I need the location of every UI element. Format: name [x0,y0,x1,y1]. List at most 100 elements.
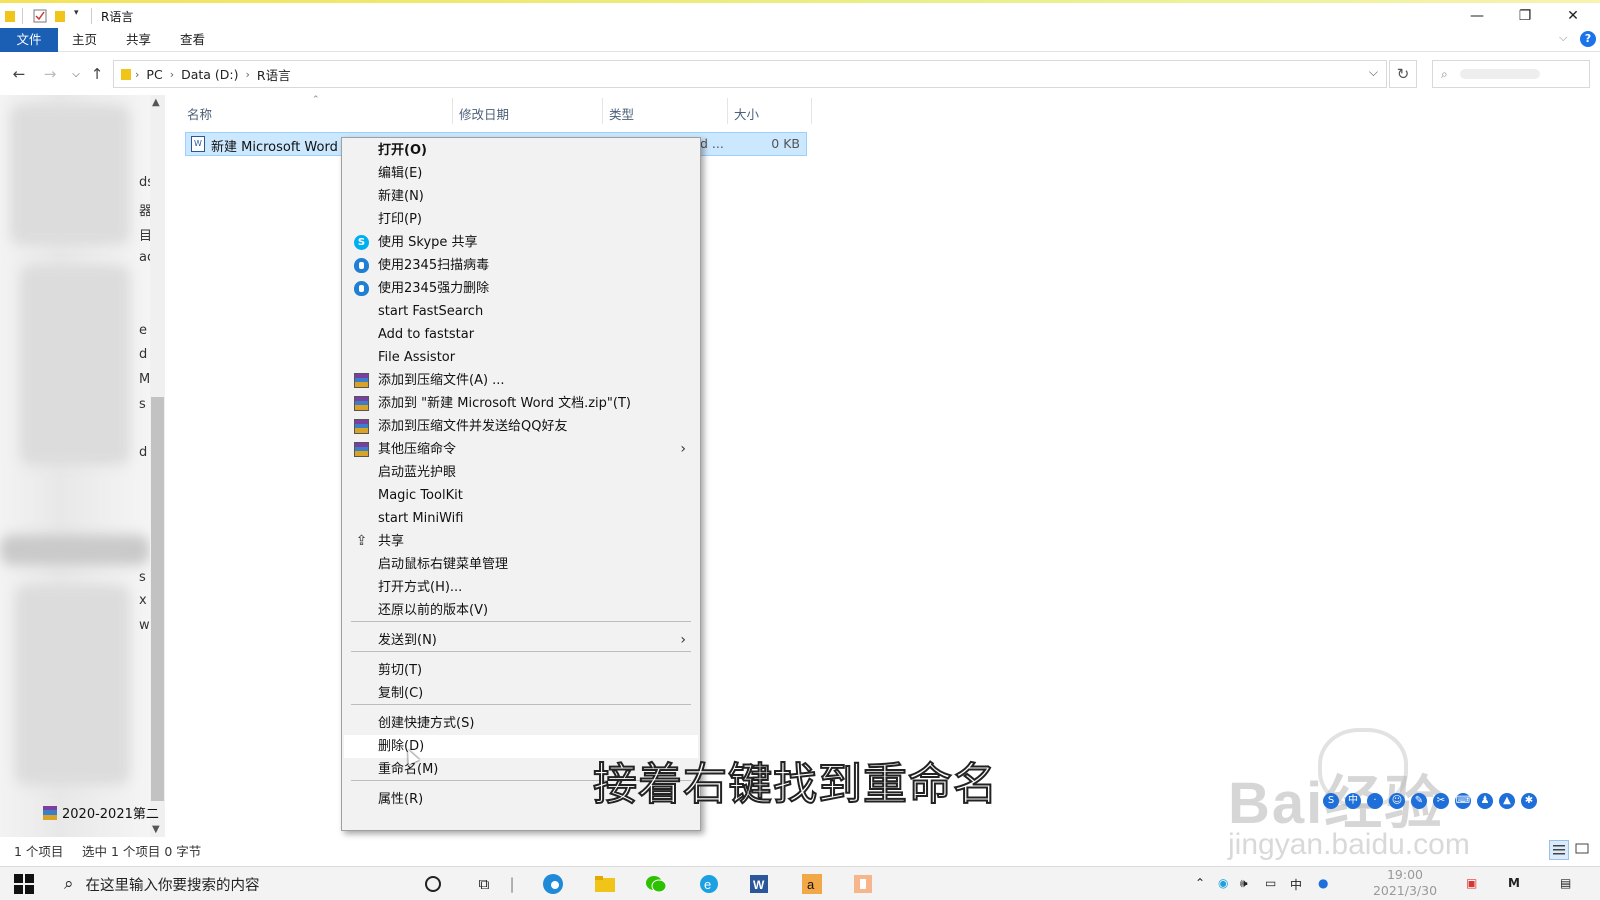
back-arrow-icon[interactable]: ← [9,64,29,84]
edge-icon[interactable] [541,872,565,896]
menu-item[interactable]: S 使用 Skype 共享 [344,231,698,254]
column-header-modified[interactable]: 修改日期 [459,104,509,123]
menu-item[interactable]: 其他压缩命令 › [344,438,698,461]
volume-icon[interactable]: 🕪 [1240,876,1248,891]
restore-button[interactable]: ❐ [1502,3,1548,29]
ime-indicator-icon[interactable]: 中 [1290,876,1302,893]
nav-item-fragment[interactable]: ds [139,175,150,190]
wechat-icon[interactable] [644,872,668,896]
nav-item-fragment[interactable]: s [139,570,146,585]
file-name[interactable]: 新建 Microsoft Word 文 [211,136,355,155]
gmail-icon[interactable]: M [1508,876,1520,890]
tab-file[interactable]: 文件 [0,28,58,52]
scroll-up-icon[interactable]: ▲ [152,97,160,108]
help-icon[interactable]: ? [1580,31,1596,47]
ime-logo-icon[interactable]: S [1323,793,1339,809]
tab-view[interactable]: 查看 [166,28,219,52]
menu-item[interactable]: 剪切(T) [344,659,698,682]
menu-item[interactable]: 新建(N) [344,185,698,208]
ime-settings-icon[interactable]: ✱ [1521,793,1537,809]
ime-skin-icon[interactable]: ▲ [1499,793,1515,809]
up-arrow-icon[interactable]: ↑ [87,64,107,84]
nav-item-fragment[interactable]: 目 [139,225,150,244]
windows-start-icon[interactable] [14,874,34,894]
menu-item[interactable]: 编辑(E) [344,162,698,185]
ime-emoji-icon[interactable]: ☺ [1389,793,1405,809]
column-header-size[interactable]: 大小 [734,104,759,123]
column-divider[interactable] [811,98,812,124]
menu-item[interactable]: 启动鼠标右键菜单管理 [344,553,698,576]
tray-ie-icon[interactable]: ◉ [1218,876,1228,890]
nav-item-fragment[interactable]: w [139,618,150,633]
address-dropdown-icon[interactable]: ⌵ [1369,65,1378,80]
taskbar-search-input[interactable]: ⌕ 在这里输入你要搜索的内容 [50,867,406,900]
column-header-name[interactable]: 名称 [187,104,212,123]
minimize-button[interactable]: — [1454,3,1500,29]
nav-item-fragment[interactable]: Ma [139,372,150,387]
nav-item-fragment[interactable]: d [139,347,147,362]
menu-item[interactable]: 创建快捷方式(S) [344,712,698,735]
recent-locations-icon[interactable]: ⌵ [66,64,86,84]
scroll-down-icon[interactable]: ▼ [152,824,160,835]
menu-item[interactable]: File Assistor [344,346,698,369]
battery-icon[interactable]: ▭ [1265,876,1276,890]
navigation-pane[interactable]: ds 器 目 ac e d Ma s d s x w [0,95,150,837]
menu-item[interactable]: 打开方式(H)... [344,576,698,599]
menu-item[interactable]: Magic ToolKit [344,484,698,507]
file-explorer-icon[interactable] [593,872,617,896]
ime-keyboard-icon[interactable]: ⌨ [1455,793,1471,809]
amazon-icon[interactable]: a [800,872,824,896]
forward-arrow-icon[interactable]: → [40,64,60,84]
menu-item[interactable]: ⇪ 共享 [344,530,698,553]
context-menu[interactable]: 打开(O) 编辑(E) 新建(N) 打印(P) S 使用 Skype 共享 使用2345扫描… [341,137,701,831]
nav-item-fragment[interactable]: ac [139,250,150,265]
nav-scrollbar[interactable]: ▲ ▼ [150,95,165,837]
menu-item[interactable]: 打开(O) [344,139,698,162]
column-divider[interactable] [727,98,728,124]
nav-item-fragment[interactable]: e [139,323,147,338]
ime-user-icon[interactable]: ♟ [1477,793,1493,809]
menu-item[interactable]: 使用2345强力删除 [344,277,698,300]
cortana-icon[interactable] [421,872,445,896]
menu-item[interactable]: 添加到 "新建 Microsoft Word 文档.zip"(T) [344,392,698,415]
menu-item[interactable]: 添加到压缩文件(A) ... [344,369,698,392]
chevron-right-icon[interactable]: › [246,68,250,81]
refresh-icon[interactable]: ↻ [1389,60,1417,88]
menu-item[interactable]: 复制(C) [344,682,698,705]
tray-expand-icon[interactable]: ⌃ [1195,876,1205,890]
nav-item-folder[interactable]: 2020-2021第二 [42,803,159,822]
menu-item[interactable]: 打印(P) [344,208,698,231]
nav-item-fragment[interactable]: d [139,445,147,460]
details-view-icon[interactable] [1549,840,1569,860]
tab-home[interactable]: 主页 [58,28,111,52]
ie-icon[interactable]: e [697,872,721,896]
menu-item[interactable]: 还原以前的版本(V) [344,599,698,622]
sogou-icon[interactable]: ● [1318,876,1328,890]
chevron-right-icon[interactable]: › [135,68,139,81]
menu-item[interactable]: 启动蓝光护眼 [344,461,698,484]
ime-pen-icon[interactable]: ✎ [1411,793,1427,809]
menu-item[interactable]: Add to faststar [344,323,698,346]
nav-item-fragment[interactable]: 器 [139,200,150,219]
menu-item[interactable]: 添加到压缩文件并发送给QQ好友 [344,415,698,438]
chevron-right-icon[interactable]: › [170,68,174,81]
nav-item-fragment[interactable]: s [139,397,146,412]
search-input[interactable]: ⌕ [1432,60,1590,88]
new-folder-icon[interactable] [54,9,66,23]
menu-item[interactable]: start FastSearch [344,300,698,323]
ribbon-expand-icon[interactable]: ⌵ [1559,31,1567,45]
column-divider[interactable] [452,98,453,124]
ime-chinese-mode-icon[interactable]: 中 [1345,793,1361,809]
app-icon[interactable] [851,872,875,896]
breadcrumb-pc[interactable]: PC [146,67,162,82]
address-bar[interactable]: › PC › Data (D:) › R语言 ⌵ [113,60,1387,88]
menu-item[interactable]: start MiniWifi [344,507,698,530]
tab-share[interactable]: 共享 [112,28,165,52]
ime-tools-icon[interactable]: ✂ [1433,793,1449,809]
menu-item[interactable]: 发送到(N) › [344,629,698,652]
action-center-icon[interactable]: ▤ [1560,876,1571,890]
customize-toolbar-icon[interactable]: ▾ [74,8,79,18]
calendar-notification-icon[interactable]: ▣ [1466,876,1477,890]
menu-item[interactable]: 使用2345扫描病毒 [344,254,698,277]
column-divider[interactable] [602,98,603,124]
